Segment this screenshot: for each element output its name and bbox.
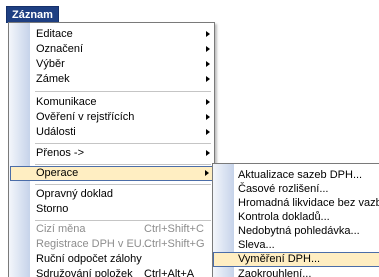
submenu-item-label: Hromadná likvidace bez vazby... [238,197,379,209]
menu-item-zamek[interactable]: Zámek [9,72,214,87]
submenu-item-sleva[interactable]: Sleva... [213,238,379,253]
menu-item-label: Události [36,126,76,138]
submenu-arrow-icon [206,46,210,52]
menu-item-opravny-doklad[interactable]: Opravný doklad [9,187,214,202]
submenu-arrow-icon [206,76,210,82]
screen: Záznam Editace Označení Výběr Zámek Komu… [0,0,379,277]
menu-item-editace[interactable]: Editace [9,27,214,42]
submenu-item-label: Kontrola dokladů... [238,211,330,223]
submenu-item-vymereni-dph[interactable]: Vyměření DPH... [213,252,379,267]
menu-item-overeni-v-rejstricich[interactable]: Ověření v rejstřících [9,110,214,125]
menu-item-label: Ruční odpočet zálohy [36,253,142,265]
menu-item-label: Komunikace [36,96,97,108]
menu-item-udalosti[interactable]: Události [9,125,214,140]
menu-separator [35,143,211,144]
menu-separator [35,220,211,221]
menu-item-shortcut: Ctrl+Alt+A [144,268,195,277]
menu-separator [35,184,211,185]
menu-item-registrace-dph-v-eu[interactable]: Registrace DPH v EU... Ctrl+Shift+G [9,237,214,252]
submenu-arrow-icon [206,150,210,156]
zaznam-dropdown-menu: Editace Označení Výběr Zámek Komunikace … [8,22,215,277]
submenu-item-kontrola-dokladu[interactable]: Kontrola dokladů... [213,210,379,225]
submenu-item-label: Zaokrouhlení... [238,268,312,277]
submenu-item-zaokrouhleni[interactable]: Zaokrouhlení... [213,267,379,277]
submenu-item-label: Časové rozlišení... [238,183,329,195]
menu-item-label: Registrace DPH v EU... [36,238,151,250]
submenu-item-label: Aktualizace sazeb DPH... [238,169,363,181]
menu-item-storno[interactable]: Storno [9,202,214,217]
menu-item-label: Editace [36,28,73,40]
operace-submenu: Aktualizace sazeb DPH... Časové rozlišen… [212,163,379,277]
menu-item-vyber[interactable]: Výběr [9,57,214,72]
menu-zaznam[interactable]: Záznam [6,6,59,23]
submenu-arrow-icon [206,129,210,135]
menu-item-label: Zámek [36,73,70,85]
submenu-item-casove-rozliseni[interactable]: Časové rozlišení... [213,182,379,197]
menu-item-label: Výběr [36,58,65,70]
menu-item-operace[interactable]: Operace [10,166,213,181]
submenu-item-nedobytna-pohledavka[interactable]: Nedobytná pohledávka... [213,224,379,239]
submenu-item-label: Sleva... [238,239,275,251]
submenu-item-hromadna-likvidace[interactable]: Hromadná likvidace bez vazby... [213,196,379,211]
menu-item-label: Ověření v rejstřících [36,111,135,123]
submenu-arrow-icon [206,114,210,120]
submenu-arrow-icon [206,61,210,67]
menu-item-sdruzovani-polozek[interactable]: Sdružování položek Ctrl+Alt+A [9,267,214,277]
menu-separator [35,91,211,92]
menu-item-label: Opravný doklad [36,188,114,200]
submenu-item-label: Nedobytná pohledávka... [238,225,360,237]
menu-item-prenos[interactable]: Přenos -> [9,146,214,161]
submenu-arrow-icon [206,99,210,105]
menu-item-label: Storno [36,203,69,215]
menu-item-label: Přenos -> [36,147,84,159]
menu-item-cizi-mena[interactable]: Cizí měna Ctrl+Shift+C [9,222,214,237]
menu-item-shortcut: Ctrl+Shift+C [144,223,204,235]
menu-item-oznaceni[interactable]: Označení [9,42,214,57]
menu-item-label: Sdružování položek [36,268,133,277]
menu-item-label: Operace [36,167,79,179]
menu-separator [35,164,211,165]
menu-item-shortcut: Ctrl+Shift+G [144,238,205,250]
submenu-item-label: Vyměření DPH... [238,253,321,265]
submenu-item-aktualizace-sazeb-dph[interactable]: Aktualizace sazeb DPH... [213,168,379,183]
submenu-arrow-icon [205,170,209,176]
submenu-arrow-icon [206,31,210,37]
menu-item-rucni-odpocet-zalohy[interactable]: Ruční odpočet zálohy [9,252,214,267]
menu-item-label: Cizí měna [36,223,86,235]
menu-item-komunikace[interactable]: Komunikace [9,95,214,110]
menu-bar: Záznam [0,0,379,23]
menu-item-label: Označení [36,43,84,55]
